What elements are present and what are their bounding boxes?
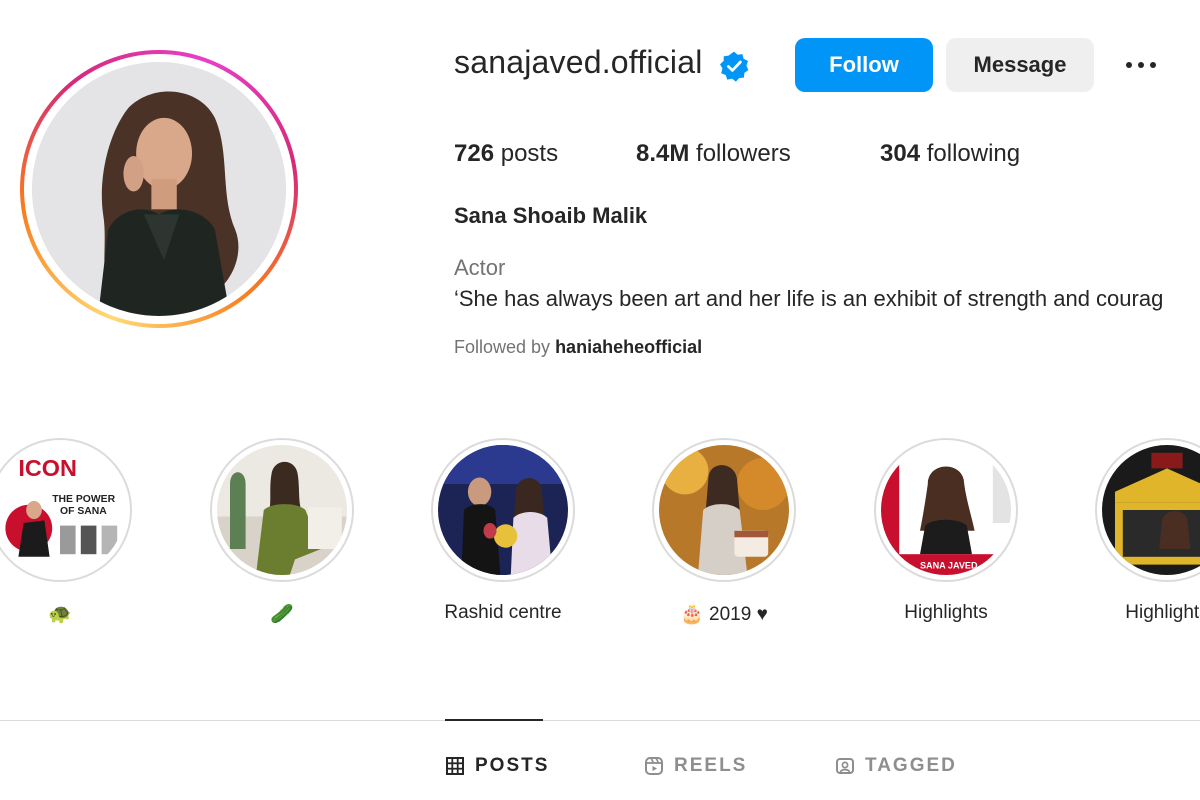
follow-button[interactable]: Follow	[795, 38, 933, 92]
highlight-label: 🎂 2019 ♥	[680, 604, 768, 625]
tab-reels-label: REELS	[674, 755, 748, 776]
highlight-item[interactable]: 🎂 2019 ♥	[652, 438, 796, 625]
posts-count-value: 726	[454, 140, 495, 167]
highlight-cover-ring: ICON THE POWER OF SANA	[0, 438, 132, 582]
highlight-label: Rashid centre	[444, 602, 562, 623]
highlight-cover-ring	[210, 438, 354, 582]
followers-count[interactable]: 8.4M followers	[636, 140, 791, 168]
highlight-cover-ring	[431, 438, 575, 582]
highlight-item[interactable]: ICON THE POWER OF SANA 🐢	[0, 438, 132, 625]
highlight-label: 🐢	[48, 604, 72, 625]
tab-posts-label: POSTS	[475, 755, 550, 776]
highlight-label: 🥒	[270, 604, 294, 625]
tab-posts[interactable]: POSTS	[445, 755, 549, 777]
tab-tagged-label: TAGGED	[865, 755, 957, 776]
highlight-cover-ring	[1095, 438, 1200, 582]
profile-avatar-story-ring[interactable]	[20, 50, 298, 328]
tabs-divider	[0, 720, 1200, 721]
posts-count: 726 posts	[454, 140, 558, 168]
highlight-cover-subtitle-2: OF SANA	[60, 506, 107, 517]
more-options-icon[interactable]	[1116, 50, 1166, 80]
profile-category: Actor	[454, 255, 506, 280]
highlight-cover-ring: SANA JAVED	[874, 438, 1018, 582]
highlight-cover	[1102, 445, 1200, 575]
highlight-cover-subtitle-1: THE POWER	[52, 494, 115, 505]
grid-icon	[446, 757, 464, 775]
highlight-item[interactable]: Highlights	[1095, 438, 1200, 623]
highlight-label: Highlights	[904, 602, 988, 623]
followed-by-prefix: Followed by	[454, 337, 551, 357]
followers-count-label: followers	[696, 140, 791, 167]
profile-username: sanajaved.official	[454, 44, 703, 80]
following-count-value: 304	[880, 140, 921, 167]
highlight-item[interactable]: 🥒	[210, 438, 354, 625]
followed-by[interactable]: Followed by haniaheheofficial	[454, 337, 702, 358]
verified-badge-icon	[720, 51, 749, 82]
highlight-label: Highlights	[1125, 602, 1200, 623]
profile-page: sanajaved.official Follow Message 726 po…	[0, 0, 1200, 800]
highlight-cover-name-tag: SANA JAVED	[920, 561, 978, 571]
highlight-item[interactable]: SANA JAVED Highlights	[874, 438, 1018, 623]
message-button[interactable]: Message	[946, 38, 1094, 92]
tab-tagged[interactable]: TAGGED	[835, 755, 957, 777]
profile-bio: ‘She has always been art and her life is…	[454, 286, 1164, 311]
tagged-icon	[836, 758, 854, 774]
highlight-cover-ring	[652, 438, 796, 582]
highlight-cover: ICON THE POWER OF SANA	[0, 445, 125, 575]
highlight-cover-icon-title: ICON	[18, 455, 76, 481]
highlight-item[interactable]: Rashid centre	[431, 438, 575, 623]
reels-icon	[645, 757, 663, 775]
highlight-cover	[217, 445, 347, 575]
following-count-label: following	[926, 140, 1021, 167]
profile-avatar	[32, 62, 286, 316]
following-count[interactable]: 304 following	[880, 140, 1020, 168]
highlight-cover	[438, 445, 568, 575]
highlight-cover	[659, 445, 789, 575]
profile-full-name: Sana Shoaib Malik	[454, 203, 648, 228]
active-tab-indicator	[445, 719, 543, 721]
tab-reels[interactable]: REELS	[644, 755, 747, 777]
followers-count-value: 8.4M	[636, 140, 690, 167]
profile-photo-illustration	[32, 62, 286, 316]
posts-count-label: posts	[500, 140, 559, 167]
highlight-cover: SANA JAVED	[881, 445, 1011, 575]
followed-by-user[interactable]: haniaheheofficial	[555, 337, 702, 357]
